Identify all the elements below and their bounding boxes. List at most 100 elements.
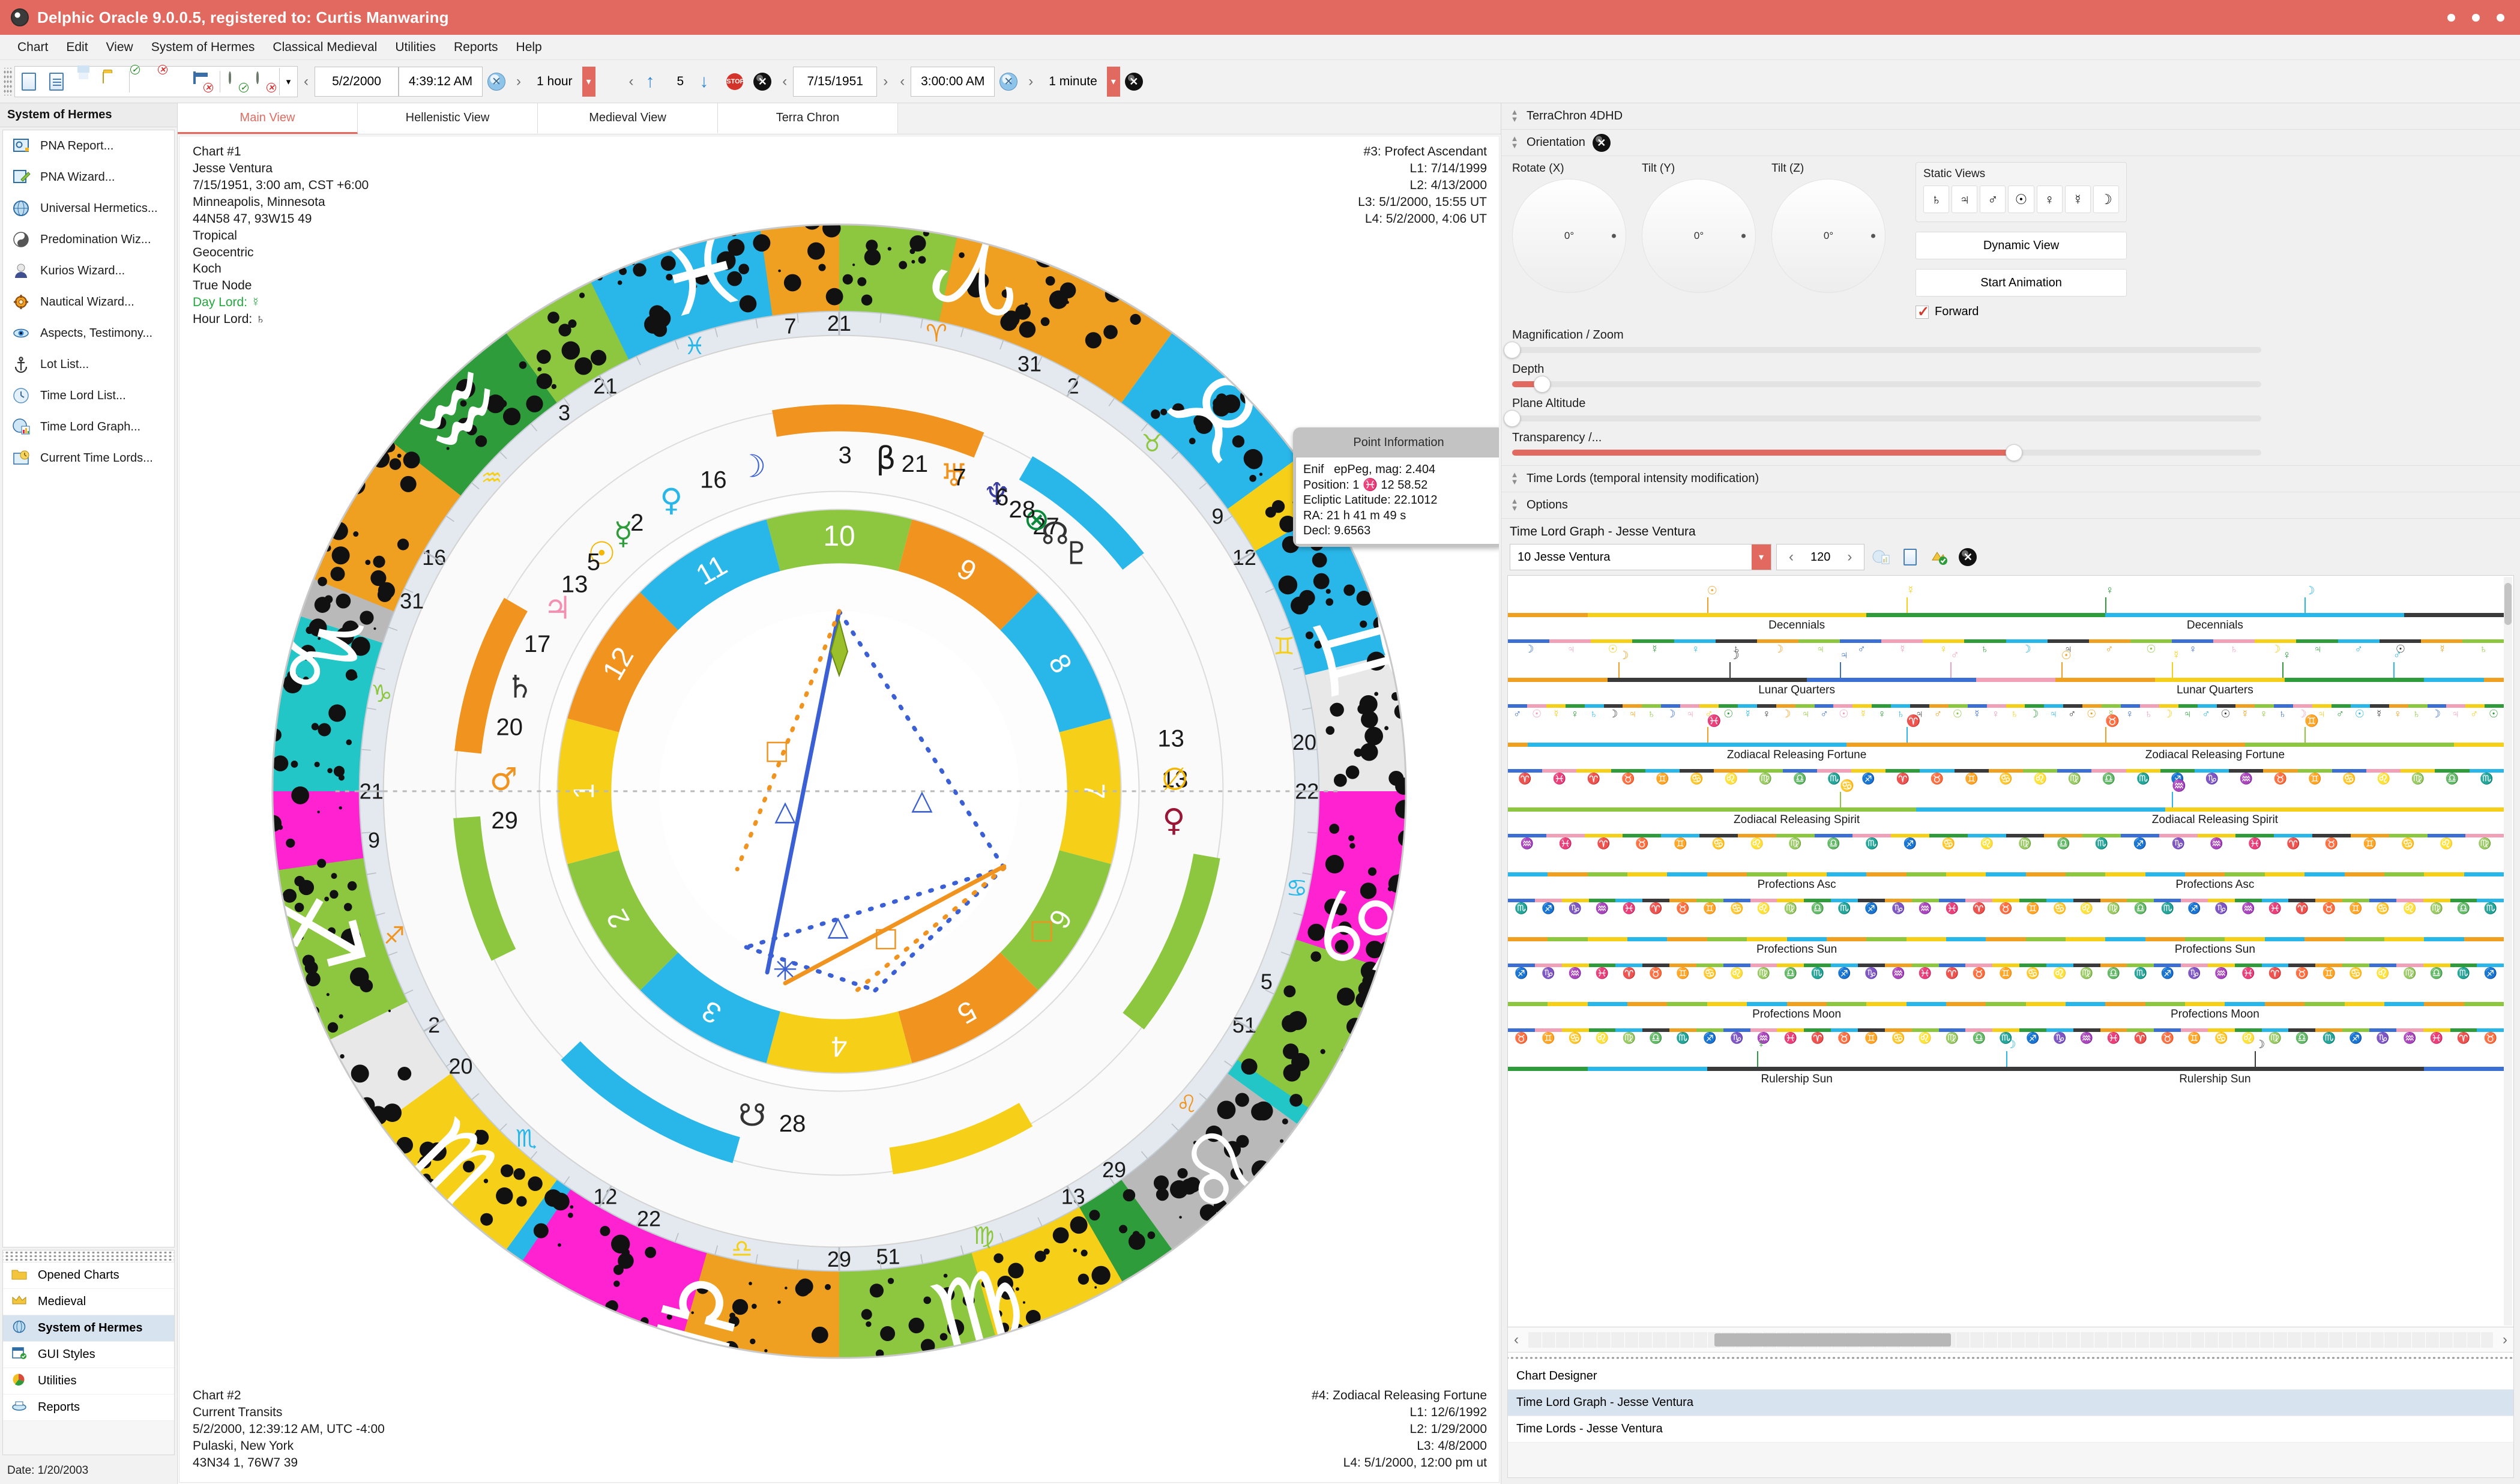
sidebar-item-pna-report[interactable]: PNA Report... bbox=[3, 130, 174, 161]
graph-period-bar[interactable] bbox=[1508, 1002, 2504, 1006]
time-lord-graph-canvas[interactable]: ☉ ☿ ♀ ☽ Decennials Decennials ☽ ♃ ☉ ☿ ♀ ♄ ☽ ♃ ♂ ☿ ♀ ♄ ☽ ♃ ♂ ☉… bbox=[1507, 575, 2514, 1327]
counter-prev-button[interactable]: ‹ bbox=[623, 73, 640, 90]
sidebar-nav-grip[interactable] bbox=[3, 1250, 174, 1262]
close-step2-button[interactable]: ✕ bbox=[1120, 68, 1148, 95]
static-view-mercury[interactable]: ☿ bbox=[2064, 186, 2091, 213]
maximize-button[interactable] bbox=[2472, 13, 2480, 22]
date2-prev-button[interactable]: ‹ bbox=[776, 73, 793, 90]
stop-button[interactable]: STOP bbox=[721, 68, 749, 95]
sidebar-item-predomination-wizard[interactable]: Predomination Wiz... bbox=[3, 224, 174, 255]
sidebar-item-kurios-wizard[interactable]: Kurios Wizard... bbox=[3, 255, 174, 286]
dynamic-view-button[interactable]: Dynamic View bbox=[1916, 232, 2127, 259]
depth-thumb[interactable] bbox=[1533, 376, 1551, 393]
dock-item-time-lords[interactable]: Time Lords - Jesse Ventura bbox=[1508, 1416, 2513, 1443]
graph-row-lunar-quarters[interactable]: ☽ ☽ ♃ ♂ ☉ ☿ ♀ ♂ Lunar Quarters Lunar Quarters ♂ ☉ ☿ ♀… bbox=[1508, 649, 2504, 720]
transparency-thumb[interactable] bbox=[2006, 444, 2023, 461]
static-view-mars[interactable]: ♂ bbox=[1980, 186, 2006, 213]
time2-prev-button[interactable]: ‹ bbox=[894, 73, 911, 90]
chart-select-combo[interactable]: 10 Jesse Ventura ▾ bbox=[1510, 544, 1771, 570]
years-next-button[interactable]: › bbox=[1841, 549, 1858, 566]
depth-slider[interactable] bbox=[1512, 376, 2261, 393]
years-stepper[interactable]: ‹ 120 › bbox=[1776, 544, 1865, 570]
sidebar-item-time-lord-graph[interactable]: Time Lord Graph... bbox=[3, 411, 174, 442]
graph-row-rulership-sun[interactable]: ♀ ☽ ☽ Rulership Sun Rulership Sun bbox=[1508, 1038, 2504, 1103]
tab-main-view[interactable]: Main View bbox=[178, 103, 358, 134]
step2-dropdown-button[interactable]: ▾ bbox=[1106, 66, 1120, 97]
graph-row-profections-moon[interactable]: Profections Moon Profections Moon ♉ ♊ ♋ ♌ ♍ ♎ ♏ ♐… bbox=[1508, 973, 2504, 1044]
tilt-y-dial[interactable]: 0° bbox=[1642, 179, 1756, 293]
chevron-down-icon[interactable]: ▾ bbox=[1752, 544, 1771, 570]
step1-dropdown-button[interactable]: ▾ bbox=[582, 66, 595, 97]
transit-time-field[interactable]: 4:39:12 AM bbox=[399, 66, 483, 97]
sidebar-item-current-time-lords[interactable]: Current Time Lords... bbox=[3, 442, 174, 474]
tab-medieval-view[interactable]: Medieval View bbox=[538, 103, 718, 134]
orientation-reset-button[interactable]: ✕ bbox=[1592, 133, 1611, 152]
sidebar-nav-system-of-hermes[interactable]: System of Hermes bbox=[3, 1315, 174, 1342]
sidebar-nav-gui-styles[interactable]: GUI Styles bbox=[3, 1342, 174, 1368]
menu-help[interactable]: Help bbox=[507, 38, 551, 57]
counter-field[interactable]: 5 bbox=[668, 67, 694, 97]
graph-vertical-scrollbar[interactable] bbox=[2504, 577, 2512, 1326]
dock-item-time-lord-graph[interactable]: Time Lord Graph - Jesse Ventura bbox=[1508, 1390, 2513, 1416]
transit-now-button[interactable] bbox=[483, 68, 510, 95]
graph-scroll-thumb[interactable] bbox=[2504, 583, 2512, 625]
graph-period-bar[interactable] bbox=[1508, 937, 2504, 941]
graph-period-bar[interactable] bbox=[1508, 678, 2504, 682]
graph-view-button[interactable] bbox=[1869, 545, 1893, 569]
open-chart-button[interactable] bbox=[98, 68, 125, 95]
menu-classical-medieval[interactable]: Classical Medieval bbox=[264, 38, 386, 57]
menu-chart[interactable]: Chart bbox=[8, 38, 57, 57]
graph-period-bar[interactable] bbox=[1508, 872, 2504, 876]
dock-grip[interactable] bbox=[1507, 1353, 2514, 1363]
tab-terra-chron[interactable]: Terra Chron bbox=[718, 103, 898, 134]
graph-scroll-right-button[interactable]: › bbox=[2497, 1332, 2513, 1348]
new-chart-button[interactable] bbox=[15, 68, 43, 95]
dock-item-chart-designer[interactable]: Chart Designer bbox=[1508, 1363, 2513, 1390]
close-graph-button[interactable]: ✕ bbox=[1956, 545, 1980, 569]
static-view-sun[interactable]: ☉ bbox=[2008, 186, 2034, 213]
natal-chart-wheel[interactable]: ♈♉♊♋♌♍♎♏♐♑♒♓ ♈2131♉29♊1220♋225♌5129♍1351… bbox=[179, 136, 1499, 1482]
sidebar-item-aspects-testimony[interactable]: Aspects, Testimony... bbox=[3, 318, 174, 349]
close-animation-button[interactable]: ✕ bbox=[749, 68, 776, 95]
natal-time-field[interactable]: 3:00:00 AM bbox=[911, 66, 995, 97]
tab-hellenistic-view[interactable]: Hellenistic View bbox=[358, 103, 538, 134]
settings-apply-button[interactable] bbox=[1927, 545, 1951, 569]
reject-chart-button[interactable]: ✕ bbox=[158, 64, 188, 95]
transparency-slider[interactable] bbox=[1512, 444, 2261, 461]
menu-view[interactable]: View bbox=[97, 38, 142, 57]
minimize-button[interactable] bbox=[2447, 13, 2455, 22]
save-chart-button[interactable] bbox=[70, 68, 98, 95]
graph-period-bar[interactable] bbox=[1508, 1067, 2504, 1071]
timelords-section-header[interactable]: ▲ ▼ Time Lords (temporal intensity modifi… bbox=[1501, 466, 2520, 492]
menu-system-of-hermes[interactable]: System of Hermes bbox=[142, 38, 264, 57]
time2-next-button[interactable]: › bbox=[1022, 73, 1039, 90]
counter-up-button[interactable] bbox=[640, 68, 668, 95]
sidebar-item-time-lord-list[interactable]: Time Lord List... bbox=[3, 380, 174, 411]
graph-period-bar[interactable] bbox=[1508, 613, 2504, 617]
accept-chart-button[interactable]: ✓ bbox=[130, 64, 161, 95]
database-reject-button[interactable]: ✕ bbox=[252, 68, 279, 95]
options-section-header[interactable]: ▲ ▼ Options bbox=[1501, 492, 2520, 519]
graph-horizontal-scrollbar[interactable]: ‹ › bbox=[1507, 1327, 2514, 1353]
sidebar-item-nautical-wizard[interactable]: Nautical Wizard... bbox=[3, 286, 174, 318]
step2-field[interactable]: 1 minute bbox=[1039, 67, 1107, 97]
graph-period-bar[interactable] bbox=[1508, 743, 2504, 747]
rotate-x-knob[interactable] bbox=[1612, 234, 1616, 238]
sidebar-item-universal-hermetics[interactable]: Universal Hermetics... bbox=[3, 193, 174, 224]
forward-checkbox-row[interactable]: Forward bbox=[1916, 303, 2127, 321]
export-document-button[interactable] bbox=[1898, 545, 1922, 569]
start-animation-button[interactable]: Start Animation bbox=[1916, 269, 2127, 297]
date2-next-button[interactable]: › bbox=[877, 73, 894, 90]
sidebar-nav-reports[interactable]: Reports bbox=[3, 1395, 174, 1421]
transit-date-field[interactable]: 5/2/2000 bbox=[315, 66, 399, 97]
graph-row-profections-sun[interactable]: Profections Sun Profections Sun ♐ ♑ ♒ ♓ ♈ ♉ ♊ ♋ ♌ ♍… bbox=[1508, 908, 2504, 979]
toolbar-overflow-button[interactable]: ▾ bbox=[279, 67, 297, 95]
graph-row-decennials[interactable]: ☉ ☿ ♀ ☽ Decennials Decennials ☽ ♃ ☉ ☿ ♀ ♄ ☽ ♃ ♂ ☿ ♀ ♄ ☽ ♃ ♂ ☉… bbox=[1508, 584, 2504, 655]
natal-date-field[interactable]: 7/15/1951 bbox=[793, 66, 878, 97]
date1-prev-button[interactable]: ‹ bbox=[298, 73, 315, 90]
graph-hscroll-track[interactable] bbox=[1528, 1332, 2493, 1348]
calendar-delete-button[interactable]: ✕ bbox=[188, 68, 216, 95]
tilt-y-knob[interactable] bbox=[1741, 234, 1746, 238]
step1-field[interactable]: 1 hour bbox=[527, 67, 582, 97]
close-button[interactable] bbox=[2497, 13, 2504, 22]
